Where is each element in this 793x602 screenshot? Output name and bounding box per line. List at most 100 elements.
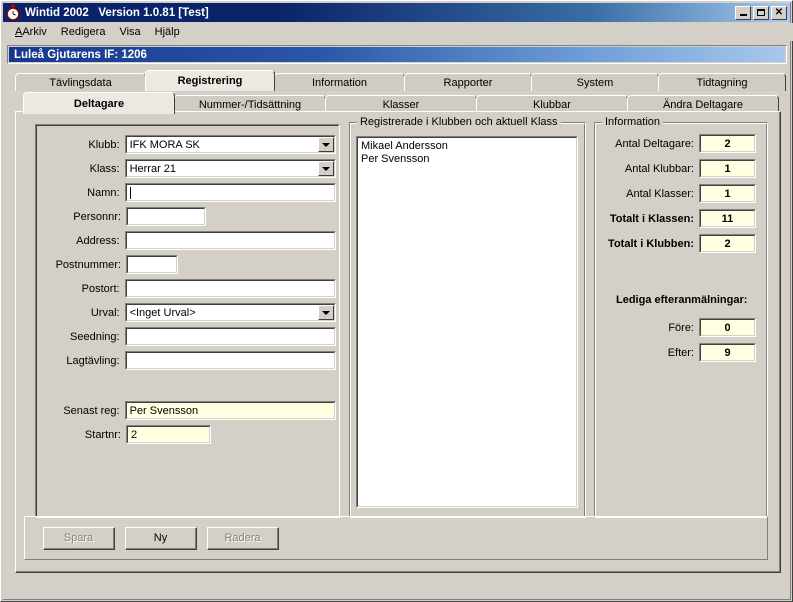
new-button[interactable]: Ny	[125, 527, 197, 550]
address-input[interactable]	[124, 231, 336, 250]
tab-system[interactable]: System	[531, 73, 659, 91]
tab-registrering[interactable]: Registrering	[145, 70, 275, 91]
tab-label: Klubbar	[533, 99, 571, 111]
info-row-fore: Före: 0	[594, 318, 764, 337]
postnummer-input-value	[127, 256, 177, 273]
namn-input[interactable]	[124, 183, 336, 202]
information-group: Information Antal Deltagare: 2 Antal Klu…	[594, 116, 768, 518]
menu-bar: AArkiv Redigera Visa Hjälp	[4, 23, 793, 41]
chevron-down-icon[interactable]	[318, 137, 334, 152]
lagtavling-input[interactable]	[124, 351, 336, 370]
minimize-button[interactable]	[735, 5, 751, 20]
label-personnr: Personnr:	[73, 210, 121, 223]
tab-label: Tidtagning	[696, 76, 748, 89]
close-icon[interactable]: ✕	[771, 5, 787, 20]
antal-deltagare-field: 2	[699, 134, 756, 153]
label-postnummer: Postnummer:	[55, 258, 121, 271]
label-postort: Postort:	[81, 282, 120, 295]
postort-input[interactable]	[124, 279, 336, 298]
seedning-input-value	[125, 328, 335, 345]
form-row-seedning: Seedning:	[36, 327, 336, 346]
menu-label-visa: Visa	[119, 26, 141, 38]
label-klass: Klass:	[89, 162, 120, 175]
tab-label: Ändra Deltagare	[662, 99, 744, 111]
form-row-urval: Urval: <Inget Urval>	[36, 303, 336, 322]
label-seedning: Seedning:	[70, 330, 120, 343]
klubb-combo-value: IFK MORA SK	[125, 136, 335, 153]
fore-value: 0	[700, 319, 755, 336]
senast-reg-value: Per Svensson	[125, 402, 335, 419]
namn-input-value	[125, 184, 335, 201]
info-row-totalt-i-klubben: Totalt i Klubben: 2	[594, 234, 764, 253]
registered-listbox-inner: Mikael Andersson Per Svensson	[357, 137, 577, 507]
tab-tavlingsdata[interactable]: Tävlingsdata	[15, 73, 146, 91]
personnr-input[interactable]	[126, 207, 206, 226]
maximize-button[interactable]	[753, 5, 769, 20]
tab-information[interactable]: Information	[274, 73, 405, 91]
form-row-address: Address:	[36, 231, 336, 250]
tab-content-panel: Klubb: IFK MORA SK Klass: Herrar 21 Namn…	[15, 111, 781, 573]
label-address: Address:	[76, 234, 120, 247]
menu-item-hjalp[interactable]: Hjälp	[148, 24, 187, 40]
label-antal-klasser: Antal Klasser:	[626, 187, 694, 200]
form-row-postnummer: Postnummer:	[36, 255, 336, 274]
totalt-i-klubben-value: 2	[700, 235, 755, 252]
form-row-startnr: Startnr: 2	[36, 425, 336, 444]
label-klubb: Klubb:	[88, 138, 120, 151]
tab-tidtagning[interactable]: Tidtagning	[658, 73, 786, 91]
label-lagtavling: Lagtävling:	[66, 354, 120, 367]
klass-combo[interactable]: Herrar 21	[124, 159, 336, 178]
urval-combo[interactable]: <Inget Urval>	[124, 303, 336, 322]
chevron-down-icon[interactable]	[318, 161, 334, 176]
form-row-senast-reg: Senast reg: Per Svensson	[36, 401, 336, 420]
info-row-antal-deltagare: Antal Deltagare: 2	[594, 134, 764, 153]
info-row-totalt-i-klassen: Totalt i Klassen: 11	[594, 209, 764, 228]
chevron-down-icon[interactable]	[318, 305, 334, 320]
list-item[interactable]: Per Svensson	[361, 153, 576, 166]
menu-label-hjalp: Hjälp	[154, 26, 180, 38]
title-bar: Wintid 2002 Version 1.0.81 [Test] ✕	[3, 3, 790, 22]
tab-label: Rapporter	[443, 76, 493, 89]
menu-label-redigera: Redigera	[60, 26, 106, 38]
lagtavling-input-value	[125, 352, 335, 369]
list-item[interactable]: Mikael Andersson	[361, 140, 576, 153]
registered-group: Registrerade i Klubben och aktuell Klass…	[349, 116, 586, 518]
tab-deltagare[interactable]: Deltagare	[23, 92, 175, 114]
delete-button[interactable]: Radera	[207, 527, 279, 550]
tab-label: Registrering	[177, 75, 243, 87]
late-entries-title: Lediga efteranmälningar:	[616, 294, 748, 306]
efter-value: 9	[700, 344, 755, 361]
tab-label: Tävlingsdata	[49, 76, 112, 89]
stopwatch-icon	[5, 4, 21, 21]
window-title: Wintid 2002 Version 1.0.81 [Test]	[25, 6, 209, 19]
registered-group-caption: Registrerade i Klubben och aktuell Klass	[357, 116, 561, 128]
tab-label: Deltagare	[73, 97, 125, 110]
info-row-antal-klubbar: Antal Klubbar: 1	[594, 159, 764, 178]
tab-label: Information	[311, 76, 368, 89]
menu-item-visa[interactable]: Visa	[112, 24, 147, 40]
tab-label: System	[576, 76, 614, 89]
label-senast-reg: Senast reg:	[63, 404, 120, 417]
fore-field: 0	[699, 318, 756, 337]
participant-form-panel: Klubb: IFK MORA SK Klass: Herrar 21 Namn…	[35, 124, 340, 518]
label-efter: Efter:	[667, 346, 694, 359]
klubb-combo[interactable]: IFK MORA SK	[124, 135, 336, 154]
save-button[interactable]: Spara	[43, 527, 115, 550]
label-namn: Namn:	[87, 186, 120, 199]
menu-label-arkiv: Arkiv	[22, 26, 47, 38]
registered-listbox[interactable]: Mikael Andersson Per Svensson	[356, 136, 578, 508]
info-row-antal-klasser: Antal Klasser: 1	[594, 184, 764, 203]
totalt-i-klubben-field: 2	[699, 234, 756, 253]
postort-input-value	[125, 280, 335, 297]
menu-item-redigera[interactable]: Redigera	[54, 24, 113, 40]
form-row-personnr: Personnr:	[36, 207, 336, 226]
postnummer-input[interactable]	[126, 255, 178, 274]
form-row-klass: Klass: Herrar 21	[36, 159, 336, 178]
seedning-input[interactable]	[124, 327, 336, 346]
antal-klasser-value: 1	[700, 185, 755, 202]
tab-rapporter[interactable]: Rapporter	[404, 73, 532, 91]
window-controls: ✕	[735, 5, 787, 20]
menu-item-arkiv[interactable]: AArkiv	[8, 24, 54, 40]
klass-combo-value: Herrar 21	[125, 160, 335, 177]
application-window: Wintid 2002 Version 1.0.81 [Test] ✕ AArk…	[0, 0, 793, 602]
